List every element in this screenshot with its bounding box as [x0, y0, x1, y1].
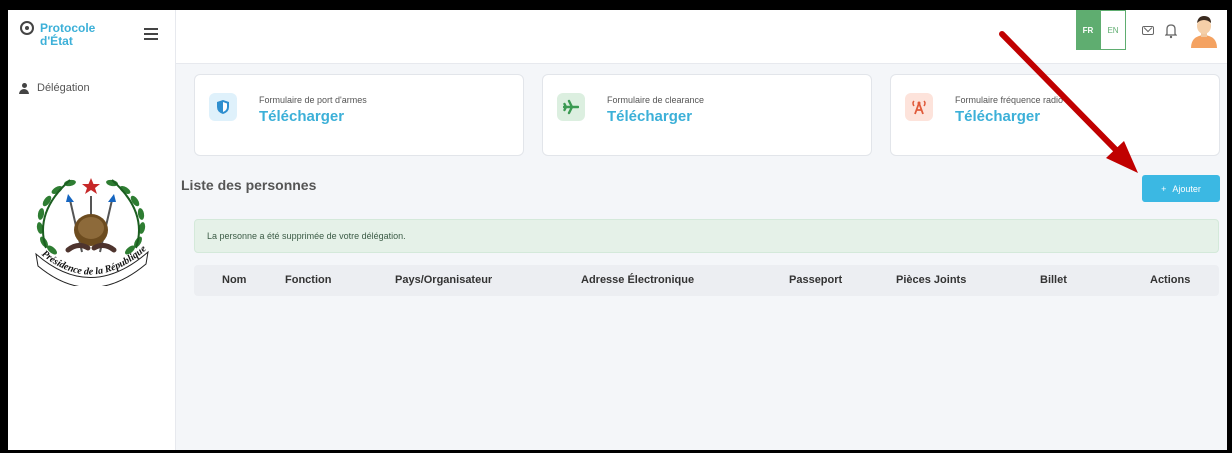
brand-logo-icon [20, 21, 34, 35]
avatar[interactable] [1188, 14, 1220, 48]
sidebar: Protocole d'État Délégation Présidence d… [8, 10, 176, 450]
column-header-fonction[interactable]: Fonction [285, 274, 331, 286]
column-header-actions[interactable]: Actions [1150, 274, 1190, 286]
card-label: Formulaire fréquence radio [955, 95, 1064, 105]
shield-icon [209, 93, 237, 121]
brand[interactable]: Protocole d'État [8, 10, 176, 64]
card-label: Formulaire de clearance [607, 95, 705, 105]
success-alert: La personne a été supprimée de votre dél… [194, 219, 1219, 253]
presidency-emblem: Présidence de la République [35, 178, 149, 286]
column-header-pieces-jointes[interactable]: Pièces Joints [896, 274, 966, 286]
app-frame: Protocole d'État Délégation Présidence d… [8, 10, 1227, 450]
column-header-nom[interactable]: Nom [222, 274, 246, 286]
bell-icon[interactable] [1165, 23, 1177, 39]
column-header-passeport[interactable]: Passeport [789, 274, 842, 286]
download-link-frequence-radio[interactable]: Télécharger [955, 108, 1040, 125]
brand-name: Protocole d'État [40, 21, 96, 48]
user-icon [19, 82, 29, 94]
card-port-armes: Formulaire de port d'armes Télécharger [194, 74, 524, 156]
column-header-pays[interactable]: Pays/Organisateur [395, 274, 492, 286]
column-header-email[interactable]: Adresse Électronique [581, 274, 694, 286]
sidebar-item-delegation[interactable]: Délégation [19, 82, 90, 94]
table-header: Nom Fonction Pays/Organisateur Adresse É… [194, 265, 1219, 296]
download-link-clearance[interactable]: Télécharger [607, 108, 692, 125]
add-person-button[interactable]: + Ajouter [1142, 175, 1220, 202]
plane-icon [557, 93, 585, 121]
list-title: Liste des personnes [181, 177, 317, 193]
hamburger-menu-icon[interactable] [144, 28, 158, 40]
download-link-port-armes[interactable]: Télécharger [259, 108, 344, 125]
card-clearance: Formulaire de clearance Télécharger [542, 74, 872, 156]
add-button-label: Ajouter [1172, 183, 1201, 194]
mail-icon[interactable] [1142, 26, 1154, 35]
lang-en-button[interactable]: EN [1100, 10, 1126, 50]
sidebar-item-label: Délégation [37, 82, 90, 94]
plus-icon: + [1161, 183, 1167, 194]
column-header-billet[interactable]: Billet [1040, 274, 1067, 286]
card-frequence-radio: Formulaire fréquence radio Télécharger [890, 74, 1220, 156]
lang-fr-button[interactable]: FR [1076, 10, 1100, 50]
radio-icon [905, 93, 933, 121]
top-bar [176, 10, 1227, 64]
card-label: Formulaire de port d'armes [259, 95, 367, 105]
